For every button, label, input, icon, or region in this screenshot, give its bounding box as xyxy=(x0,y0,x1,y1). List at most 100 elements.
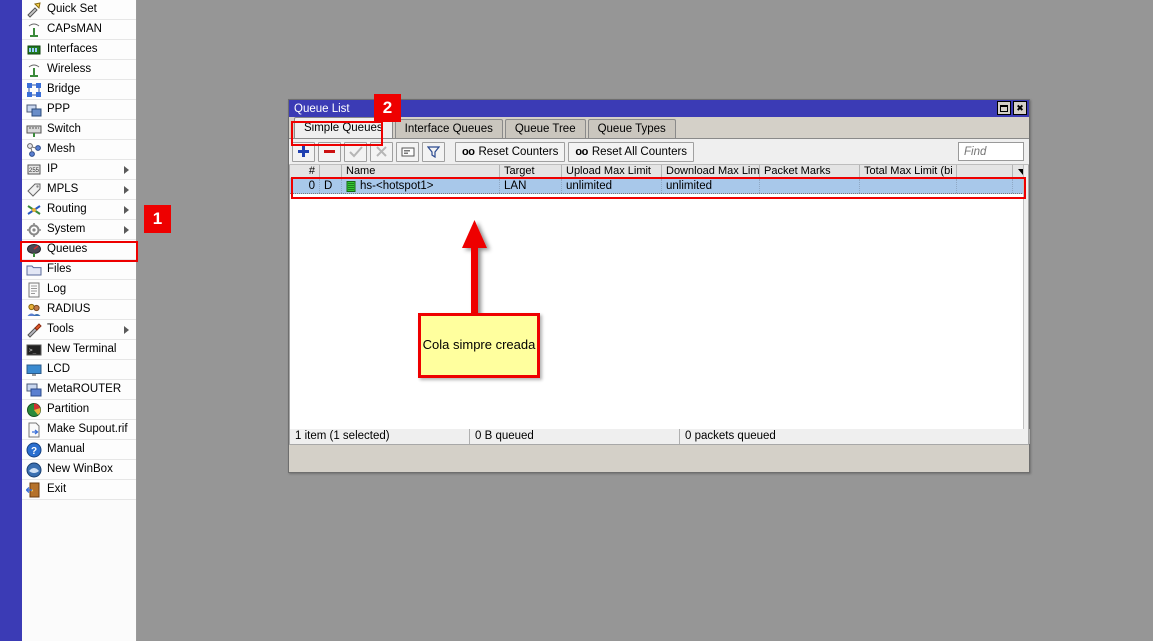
sidebar-item-queues[interactable]: Queues xyxy=(22,240,136,260)
tab-label: Queue Types xyxy=(598,123,666,135)
table-row[interactable]: 0Dhs-<hotspot1>LANunlimitedunlimited xyxy=(290,179,1028,194)
add-button[interactable] xyxy=(292,142,315,162)
sidebar-item-metarouter[interactable]: MetaROUTER xyxy=(22,380,136,400)
status-segment: 0 B queued xyxy=(470,429,680,444)
cell-upload-max-limit: unlimited xyxy=(562,179,662,193)
interfaces-icon xyxy=(26,42,42,58)
sidebar-item-wireless[interactable]: Wireless xyxy=(22,60,136,80)
sidebar-item-files[interactable]: Files xyxy=(22,260,136,280)
find-field-wrapper[interactable] xyxy=(958,142,1024,161)
sidebar-item-mesh[interactable]: Mesh xyxy=(22,140,136,160)
reset-counters-label: Reset Counters xyxy=(478,146,558,158)
sidebar-item-radius[interactable]: RADIUS xyxy=(22,300,136,320)
chevron-right-icon xyxy=(124,326,129,334)
sidebar-item-partition[interactable]: Partition xyxy=(22,400,136,420)
column-header-label: # xyxy=(309,165,315,177)
column-header[interactable] xyxy=(957,165,1013,178)
sidebar-menu[interactable]: Quick SetCAPsMANInterfaces Wireless Bridge… xyxy=(22,0,137,641)
sidebar-item-interfaces[interactable]: Interfaces xyxy=(22,40,136,60)
sidebar-item-label: Mesh xyxy=(47,144,75,156)
column-header[interactable]: Download Max Limit xyxy=(662,165,760,178)
bridge-icon xyxy=(26,82,42,98)
cell-flags: D xyxy=(320,179,342,193)
tab-interface-queues[interactable]: Interface Queues xyxy=(395,119,503,138)
svg-text:255: 255 xyxy=(29,168,40,174)
column-header[interactable]: Name xyxy=(342,165,500,178)
winbox-sidebar: Quick SetCAPsMANInterfaces Wireless Bridge… xyxy=(0,0,137,641)
sidebar-item-label: Log xyxy=(47,284,66,296)
sidebar-item-log[interactable]: Log xyxy=(22,280,136,300)
column-header-label: Name xyxy=(346,165,375,177)
log-icon xyxy=(26,282,42,298)
status-text: 0 packets queued xyxy=(685,430,776,442)
lcd-icon xyxy=(26,362,42,378)
disable-button[interactable] xyxy=(370,142,393,162)
sidebar-item-manual[interactable]: ? Manual xyxy=(22,440,136,460)
sidebar-item-label: Partition xyxy=(47,404,89,416)
comment-button[interactable] xyxy=(396,142,419,162)
sidebar-item-tools[interactable]: Tools xyxy=(22,320,136,340)
sidebar-item-system[interactable]: System xyxy=(22,220,136,240)
sidebar-item-ppp[interactable]: PPP xyxy=(22,100,136,120)
status-segment: 1 item (1 selected) xyxy=(290,429,470,444)
sidebar-item-label: Files xyxy=(47,264,71,276)
remove-button[interactable] xyxy=(318,142,341,162)
sidebar-item-new-terminal[interactable]: >_New Terminal xyxy=(22,340,136,360)
step-badge-1: 1 xyxy=(144,205,171,233)
sidebar-item-label: Manual xyxy=(47,444,85,456)
sidebar-item-mpls[interactable]: MPLS xyxy=(22,180,136,200)
sidebar-item-label: New Terminal xyxy=(47,344,116,356)
sidebar-item-lcd[interactable]: LCD xyxy=(22,360,136,380)
sidebar-item-routing[interactable]: Routing xyxy=(22,200,136,220)
cell-packet-marks xyxy=(760,179,860,193)
sidebar-item-label: Wireless xyxy=(47,64,91,76)
cell-text: 0 xyxy=(309,179,315,193)
search-input[interactable] xyxy=(964,146,1023,158)
mesh-icon xyxy=(26,142,42,158)
system-icon xyxy=(26,222,42,238)
tools-icon xyxy=(26,322,42,338)
column-header-label: Upload Max Limit xyxy=(566,165,651,177)
reset-counters-button[interactable]: oo Reset Counters xyxy=(455,142,565,162)
step-badge-2: 2 xyxy=(374,94,401,122)
exit-icon xyxy=(26,482,42,498)
sidebar-item-label: PPP xyxy=(47,104,70,116)
column-header[interactable]: Total Max Limit (bi xyxy=(860,165,957,178)
column-header[interactable]: # xyxy=(290,165,320,178)
sidebar-item-switch[interactable]: Switch xyxy=(22,120,136,140)
sidebar-item-label: Switch xyxy=(47,124,81,136)
column-header[interactable]: Packet Marks xyxy=(760,165,860,178)
reset-all-counters-prefix: oo xyxy=(575,146,587,158)
sidebar-item-exit[interactable]: Exit xyxy=(22,480,136,500)
vertical-scrollbar[interactable] xyxy=(1023,165,1028,429)
column-header[interactable]: Target xyxy=(500,165,562,178)
sidebar-item-label: Exit xyxy=(47,484,66,496)
sidebar-item-make-supout-rif[interactable]: Make Supout.rif xyxy=(22,420,136,440)
sidebar-item-new-winbox[interactable]: New WinBox xyxy=(22,460,136,480)
mpls-icon xyxy=(26,182,42,198)
column-header[interactable] xyxy=(320,165,342,178)
close-button[interactable]: ✖ xyxy=(1013,101,1027,115)
reset-all-counters-button[interactable]: oo Reset All Counters xyxy=(568,142,694,162)
cell-text: unlimited xyxy=(566,179,612,193)
queue-list-window: Queue List ✖ Simple QueuesInterface Queu… xyxy=(288,99,1030,473)
tab-label: Simple Queues xyxy=(304,122,383,134)
sidebar-item-bridge[interactable]: Bridge xyxy=(22,80,136,100)
queue-table: # Name Target Upload Max Limit Download Max … xyxy=(289,165,1029,429)
toolbar[interactable]: oo Reset Counters oo Reset All Counters xyxy=(289,139,1029,165)
tab-queue-tree[interactable]: Queue Tree xyxy=(505,119,586,138)
enable-button[interactable] xyxy=(344,142,367,162)
table-body[interactable]: 0Dhs-<hotspot1>LANunlimitedunlimited xyxy=(290,179,1028,194)
sidebar-item-quick-set[interactable]: Quick Set xyxy=(22,0,136,20)
manual-icon: ? xyxy=(26,442,42,458)
close-icon: ✖ xyxy=(1016,104,1024,113)
sidebar-item-ip[interactable]: 255 IP xyxy=(22,160,136,180)
maximize-button[interactable] xyxy=(997,101,1011,115)
tab-queue-types[interactable]: Queue Types xyxy=(588,119,676,138)
table-header-row[interactable]: # Name Target Upload Max Limit Download Max … xyxy=(290,165,1028,179)
sidebar-item-label: IP xyxy=(47,164,58,176)
cell-target: LAN xyxy=(500,179,562,193)
column-header[interactable]: Upload Max Limit xyxy=(562,165,662,178)
sidebar-item-capsman[interactable]: CAPsMAN xyxy=(22,20,136,40)
filter-button[interactable] xyxy=(422,142,445,162)
